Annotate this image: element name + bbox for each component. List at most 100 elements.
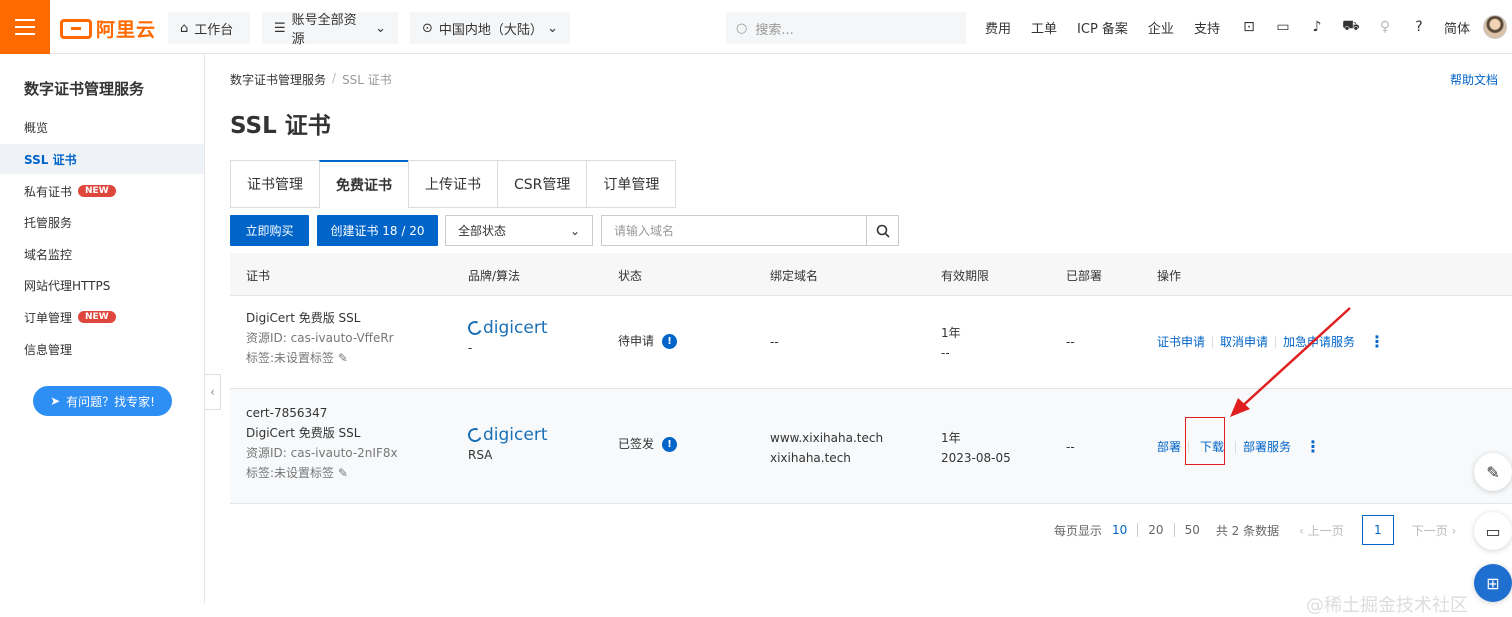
cert-product: DigiCert 免费版 SSL <box>246 426 361 440</box>
search-placeholder: 搜索... <box>755 22 794 38</box>
breadcrumb-item[interactable]: 数字证书管理服务 <box>230 71 326 88</box>
help-icon[interactable]: ? <box>1410 18 1428 36</box>
tab-free-cert[interactable]: 免费证书 <box>319 160 408 208</box>
help-doc-link[interactable]: 帮助文档 <box>1450 71 1498 88</box>
resources-dropdown[interactable]: ☰ 账号全部资源 ⌄ <box>262 12 398 47</box>
sidebar-item-domain-monitor[interactable]: 域名监控 <box>0 239 204 269</box>
page-size-option[interactable]: 20 <box>1148 523 1163 537</box>
link-enterprise[interactable]: 企业 <box>1148 18 1174 37</box>
digicert-logo: digicert <box>466 318 548 338</box>
chat-icon[interactable]: ▭ <box>1474 512 1512 550</box>
sidebar-item-hosting[interactable]: 托管服务 <box>0 207 204 237</box>
more-actions-icon[interactable]: ⋮ <box>1369 332 1385 351</box>
global-search-input[interactable]: ○ 搜索... <box>726 12 966 44</box>
tab-order-management[interactable]: 订单管理 <box>586 160 677 208</box>
apply-cert-link[interactable]: 证书申请 <box>1157 333 1205 350</box>
info-icon[interactable]: ! <box>662 437 678 452</box>
tab-label: CSR管理 <box>514 177 571 193</box>
home-icon: ⌂ <box>180 20 189 36</box>
new-badge: NEW <box>78 185 116 197</box>
breadcrumb: 数字证书管理服务 / SSL 证书 <box>230 71 392 88</box>
sidebar-title: 数字证书管理服务 <box>24 80 145 98</box>
brand-cell: digicert - <box>466 318 548 358</box>
bell-icon[interactable]: ♪ <box>1308 18 1326 36</box>
status-text: 待申请 <box>618 334 655 348</box>
edit-feedback-icon[interactable]: ✎ <box>1474 453 1512 491</box>
sidebar-item-private-cert[interactable]: 私有证书 NEW <box>0 176 204 206</box>
sidebar: 数字证书管理服务 概览 SSL 证书 私有证书 NEW 托管服务 域名监控 网站… <box>0 54 205 604</box>
logo-text: 阿里云 <box>96 19 157 41</box>
cert-resource-id: 资源ID: cas-ivauto-2nIF8x <box>246 446 398 460</box>
sidebar-item-proxy-https[interactable]: 网站代理HTTPS <box>0 270 204 300</box>
cert-tag-text: 标签:未设置标签 <box>246 351 335 365</box>
edit-icon: ✎ <box>337 466 348 480</box>
sidebar-item-orders[interactable]: 订单管理 NEW <box>0 302 204 332</box>
sidebar-item-label: 托管服务 <box>24 215 73 230</box>
deployed-value: -- <box>1066 335 1075 349</box>
app-icon[interactable]: ⊡ <box>1240 18 1258 36</box>
watermark: @稀土掘金技术社区 <box>1306 595 1468 616</box>
workbench-label: 工作台 <box>194 22 234 38</box>
tab-bar: 证书管理 免费证书 上传证书 CSR管理 订单管理 <box>230 160 677 208</box>
sidebar-item-info[interactable]: 信息管理 <box>0 334 204 364</box>
more-actions-icon[interactable]: ⋮ <box>1305 437 1321 456</box>
status-cell: 已签发! <box>618 434 678 454</box>
terminal-icon[interactable]: ▭ <box>1274 18 1292 36</box>
search-button[interactable] <box>866 215 899 246</box>
region-dropdown[interactable]: ⊙ 中国内地（大陆） ⌄ <box>410 12 570 44</box>
deploy-link[interactable]: 部署 <box>1157 438 1181 455</box>
aliyun-logo[interactable]: 阿里云 <box>60 15 156 42</box>
next-page-label: 下一页 <box>1411 523 1448 538</box>
tab-upload-cert[interactable]: 上传证书 <box>408 160 497 208</box>
buy-now-button[interactable]: 立即购买 <box>230 215 309 246</box>
breadcrumb-separator: / <box>332 71 337 85</box>
search-icon: ○ <box>736 20 748 36</box>
divider <box>1212 335 1214 348</box>
deploy-service-link[interactable]: 部署服务 <box>1243 438 1291 455</box>
cert-tag-text: 标签:未设置标签 <box>246 466 335 480</box>
hamburger-menu-icon[interactable] <box>0 0 50 54</box>
location-pin-icon: ⊙ <box>422 20 433 36</box>
cert-info: cert-7856347 DigiCert 免费版 SSL 资源ID: cas-… <box>246 403 398 483</box>
user-avatar[interactable] <box>1483 15 1507 39</box>
current-page[interactable]: 1 <box>1361 515 1394 545</box>
ask-expert-button[interactable]: ➤ 有问题？找专家! <box>33 386 172 416</box>
column-header: 绑定域名 <box>770 269 819 283</box>
workbench-button[interactable]: ⌂ 工作台 <box>168 12 250 44</box>
link-tickets[interactable]: 工单 <box>1031 18 1057 37</box>
deployed-value: -- <box>1066 440 1075 454</box>
domain-search-input[interactable]: 请输入域名 <box>601 215 867 246</box>
sidebar-item-ssl[interactable]: SSL 证书 <box>0 144 204 174</box>
sidebar-item-label: 域名监控 <box>24 247 73 262</box>
create-cert-button[interactable]: 创建证书 18 / 20 <box>317 215 438 246</box>
cert-tag[interactable]: 标签:未设置标签 ✎ <box>246 348 394 368</box>
cert-tag[interactable]: 标签:未设置标签 ✎ <box>246 463 398 483</box>
annotation-arrow-icon <box>1230 307 1351 417</box>
cart-icon[interactable]: ⛟ <box>1342 18 1360 36</box>
tab-csr-management[interactable]: CSR管理 <box>497 160 587 208</box>
info-icon[interactable]: ! <box>662 334 678 349</box>
sidebar-item-overview[interactable]: 概览 <box>0 112 204 142</box>
page-size-option[interactable]: 10 <box>1112 523 1127 537</box>
validity-date: -- <box>941 346 950 360</box>
bound-domain: -- <box>770 335 779 349</box>
tab-label: 证书管理 <box>247 177 303 193</box>
validity-cell: 1年 -- <box>941 323 961 363</box>
status-select[interactable]: 全部状态 ⌄ <box>445 215 593 246</box>
tab-cert-management[interactable]: 证书管理 <box>230 160 319 208</box>
link-icp[interactable]: ICP 备案 <box>1077 18 1128 37</box>
lightbulb-icon[interactable]: ♀ <box>1376 18 1394 36</box>
logo-mark-icon <box>60 18 92 39</box>
column-header: 品牌/算法 <box>468 269 521 283</box>
row-actions: 部署 下载 部署服务 ⋮ <box>1157 437 1321 456</box>
next-page-button[interactable]: 下一页 › <box>1412 522 1457 539</box>
link-support[interactable]: 支持 <box>1194 18 1220 37</box>
apps-grid-icon[interactable]: ⊞ <box>1474 564 1512 602</box>
column-header: 已部署 <box>1066 269 1103 283</box>
per-page-label: 每页显示 <box>1054 523 1103 538</box>
prev-page-button[interactable]: ‹ 上一页 <box>1299 522 1344 539</box>
language-switch[interactable]: 简体 <box>1444 18 1470 37</box>
link-billing[interactable]: 费用 <box>985 18 1011 37</box>
brand-cell: digicert RSA <box>466 425 548 465</box>
page-size-option[interactable]: 50 <box>1185 523 1200 537</box>
